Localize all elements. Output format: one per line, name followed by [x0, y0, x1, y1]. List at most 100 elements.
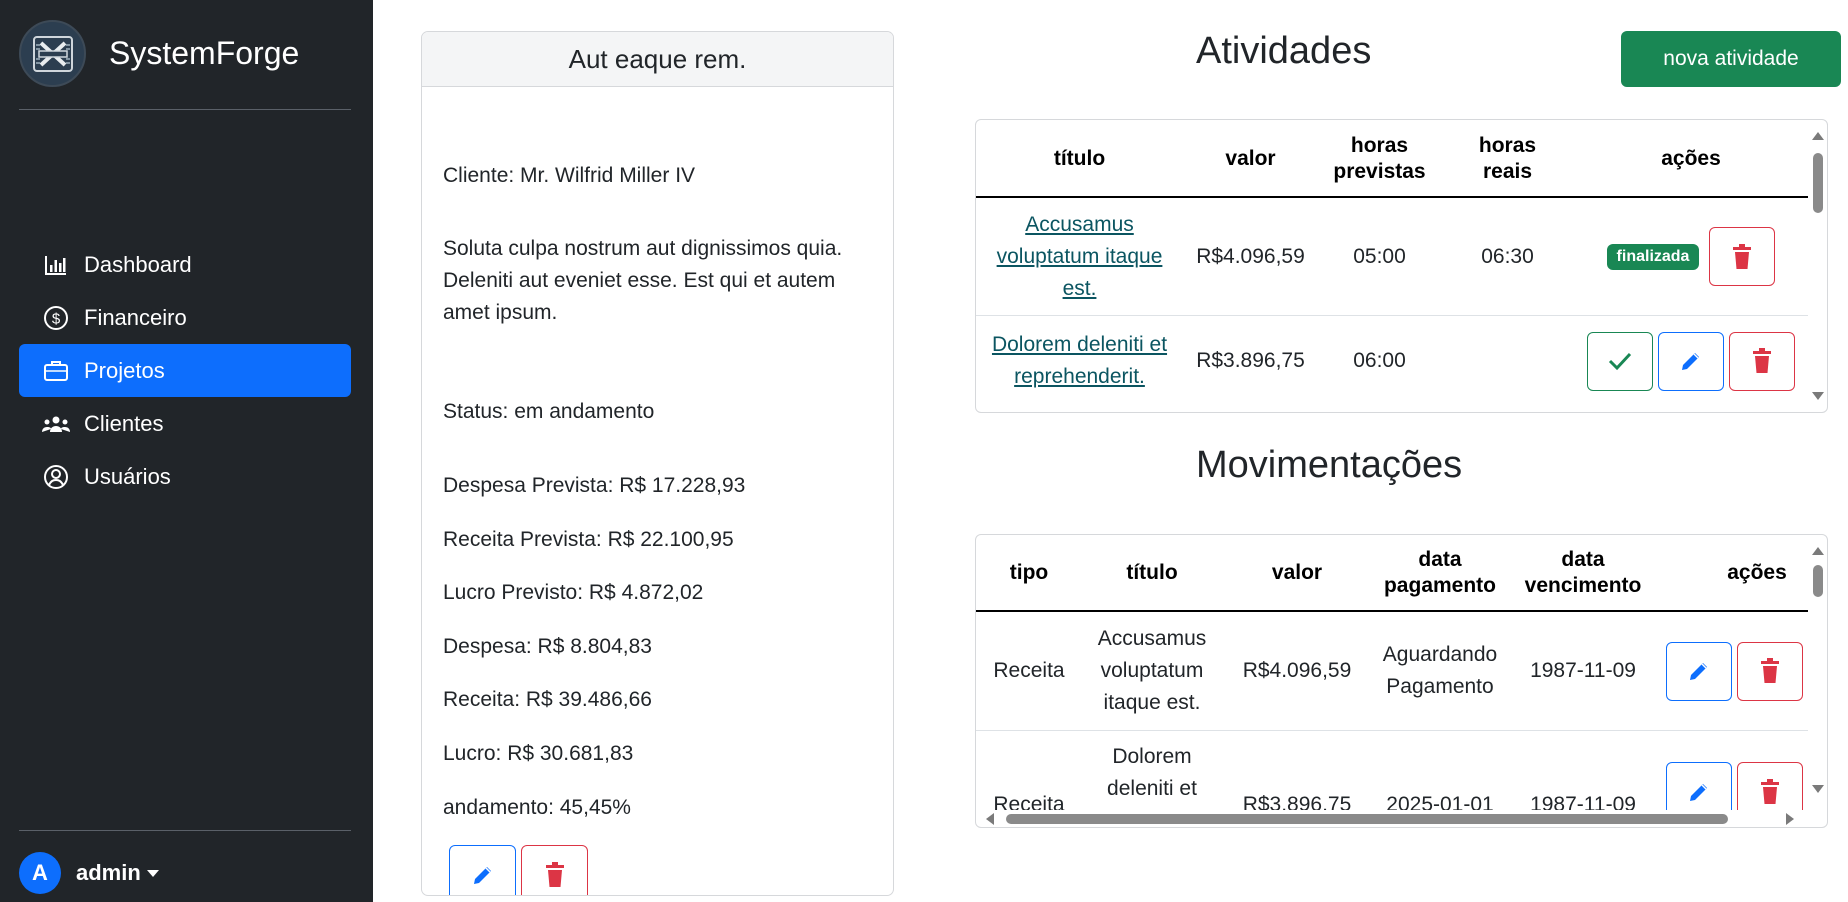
- caret-down-icon: [146, 869, 159, 877]
- atividade-link[interactable]: Accusamus voluptatum itaque est.: [997, 213, 1163, 300]
- sidebar-item-clientes[interactable]: Clientes: [19, 397, 351, 450]
- trash-icon: [1733, 243, 1752, 269]
- scroll-thumb[interactable]: [1813, 565, 1823, 597]
- project-receita: Receita: R$ 39.486,66: [443, 688, 652, 711]
- atividade-horas-previstas: 05:00: [1353, 244, 1406, 268]
- pencil-icon: [1682, 353, 1699, 370]
- sidebar-divider: [19, 830, 351, 831]
- sidebar-item-label: Dashboard: [84, 251, 192, 277]
- movimentacao-data-vencimento: 1987-11-09: [1530, 659, 1636, 682]
- scroll-up-icon[interactable]: [1812, 132, 1824, 140]
- nova-atividade-button[interactable]: nova atividade: [1621, 31, 1841, 87]
- atividade-valor: R$3.896,75: [1196, 349, 1305, 372]
- user-menu[interactable]: A admin: [19, 852, 159, 894]
- project-receita-prevista: Receita Prevista: R$ 22.100,95: [443, 528, 734, 551]
- sidebar-item-label: Clientes: [84, 410, 164, 436]
- atividade-horas-previstas: 06:00: [1353, 349, 1406, 372]
- delete-movimentacao-button[interactable]: [1737, 641, 1803, 701]
- check-icon: [1608, 352, 1632, 371]
- project-description: Soluta culpa nostrum aut dignissimos qui…: [443, 237, 843, 324]
- project-client: Cliente: Mr. Wilfrid Miller IV: [443, 164, 696, 187]
- pencil-icon: [473, 867, 491, 884]
- table-row: Receita Dolorem deleniti et R$3.896,75 2…: [976, 731, 1808, 810]
- dollar-circle-icon: $: [42, 304, 70, 332]
- movimentacoes-title: Movimentações: [1196, 444, 1463, 486]
- scroll-thumb[interactable]: [1006, 814, 1728, 824]
- avatar: A: [19, 852, 61, 894]
- pencil-icon: [1690, 783, 1707, 801]
- sidebar-divider: [19, 109, 351, 110]
- atividade-link[interactable]: Dolorem deleniti et reprehenderit.: [992, 333, 1167, 388]
- column-header[interactable]: ações: [1574, 120, 1808, 197]
- header-divider: [976, 610, 1808, 612]
- column-header[interactable]: horas reais: [1441, 120, 1574, 197]
- movimentacoes-table: tipo título valor data pagamento data ve…: [975, 534, 1828, 828]
- edit-atividade-button[interactable]: [1658, 331, 1724, 391]
- status-badge: finalizada: [1606, 243, 1700, 270]
- edit-project-button[interactable]: [449, 845, 516, 895]
- sidebar-item-projetos[interactable]: Projetos: [19, 344, 351, 397]
- table-row: Accusamus voluptatum itaque est. R$4.096…: [976, 197, 1808, 316]
- column-header[interactable]: ações: [1658, 535, 1808, 611]
- project-lucro: Lucro: R$ 30.681,83: [443, 742, 634, 765]
- delete-atividade-button[interactable]: [1709, 227, 1776, 286]
- movimentacoes-viewport: tipo título valor data pagamento data ve…: [976, 535, 1808, 810]
- project-title: Aut eaque rem.: [422, 32, 893, 87]
- movimentacao-data-pagamento: Aguardando Pagamento: [1382, 643, 1498, 698]
- bar-chart-icon: [42, 251, 70, 279]
- trash-icon: [545, 862, 564, 887]
- table-row: Receita Accusamus voluptatum itaque est.…: [976, 611, 1808, 731]
- column-header[interactable]: valor: [1222, 535, 1372, 611]
- atividades-title: Atividades: [1196, 30, 1372, 72]
- trash-icon: [1761, 658, 1779, 683]
- atividades-table: título valor horas previstas horas reais…: [975, 119, 1828, 413]
- scroll-down-icon[interactable]: [1812, 785, 1824, 793]
- scroll-down-icon[interactable]: [1812, 392, 1824, 400]
- project-despesa-prevista: Despesa Prevista: R$ 17.228,93: [443, 474, 746, 497]
- column-header[interactable]: data vencimento: [1508, 535, 1658, 611]
- sidebar: SystemForge Dashboard $ Financeiro Proje…: [0, 0, 373, 902]
- row-divider: [976, 315, 1808, 316]
- logo-icon: [19, 20, 86, 87]
- column-header[interactable]: título: [1082, 535, 1222, 611]
- pencil-icon: [1690, 663, 1707, 680]
- scroll-left-icon[interactable]: [986, 813, 994, 825]
- movimentacoes-hscrollbar[interactable]: [976, 811, 1808, 825]
- delete-atividade-button[interactable]: [1729, 331, 1795, 391]
- movimentacoes-vscrollbar[interactable]: [1810, 535, 1824, 827]
- edit-movimentacao-button[interactable]: [1666, 641, 1732, 701]
- movimentacoes-grid: tipo título valor data pagamento data ve…: [976, 535, 1808, 810]
- trash-icon: [1761, 778, 1779, 804]
- column-header[interactable]: tipo: [976, 535, 1082, 611]
- brand-name: SystemForge: [109, 35, 300, 71]
- trash-icon: [1753, 348, 1771, 373]
- column-header[interactable]: horas previstas: [1318, 120, 1441, 197]
- project-lucro-previsto: Lucro Previsto: R$ 4.872,02: [443, 581, 704, 604]
- scroll-thumb[interactable]: [1813, 153, 1823, 213]
- app: SystemForge Dashboard $ Financeiro Proje…: [0, 0, 1848, 902]
- column-header[interactable]: valor: [1183, 120, 1318, 197]
- movimentacao-titulo: Accusamus voluptatum itaque est.: [1097, 627, 1207, 714]
- brand[interactable]: SystemForge: [19, 20, 299, 87]
- sidebar-item-financeiro[interactable]: $ Financeiro: [19, 291, 351, 344]
- table-row: Dolorem deleniti et reprehenderit. R$3.8…: [976, 316, 1808, 406]
- scroll-right-icon[interactable]: [1786, 813, 1794, 825]
- sidebar-item-dashboard[interactable]: Dashboard: [19, 238, 351, 291]
- movimentacao-data-pagamento: 2025-01-01: [1386, 793, 1494, 810]
- complete-atividade-button[interactable]: [1587, 331, 1653, 391]
- delete-movimentacao-button[interactable]: [1737, 762, 1803, 810]
- briefcase-icon: [42, 357, 70, 385]
- movimentacao-valor: R$3.896,75: [1242, 793, 1352, 810]
- user-name: admin: [76, 860, 141, 885]
- header-divider: [976, 196, 1808, 198]
- sidebar-item-label: Projetos: [84, 357, 165, 383]
- atividade-horas-reais: 06:30: [1481, 244, 1534, 268]
- sidebar-item-usuarios[interactable]: Usuários: [19, 450, 351, 503]
- column-header[interactable]: data pagamento: [1372, 535, 1508, 611]
- scroll-up-icon[interactable]: [1812, 547, 1824, 555]
- project-despesa: Despesa: R$ 8.804,83: [443, 635, 652, 658]
- column-header[interactable]: título: [976, 120, 1183, 197]
- edit-movimentacao-button[interactable]: [1666, 762, 1732, 810]
- delete-project-button[interactable]: [521, 845, 588, 895]
- atividades-scrollbar[interactable]: [1810, 120, 1824, 412]
